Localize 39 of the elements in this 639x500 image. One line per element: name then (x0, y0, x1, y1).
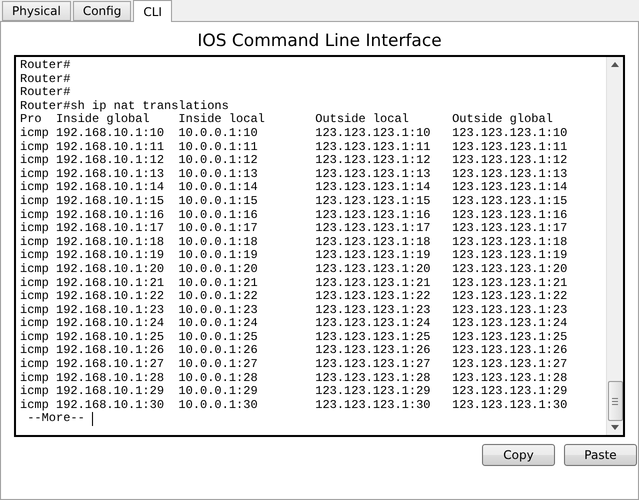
grip-icon (612, 398, 618, 404)
terminal-line: icmp 192.168.10.1:25 10.0.0.1:25 123.123.123.1:25 123.123.123.1:25 (20, 330, 568, 344)
scroll-thumb[interactable] (608, 381, 622, 421)
scrollbar[interactable] (606, 57, 623, 435)
terminal-line: icmp 192.168.10.1:11 10.0.0.1:11 123.123.123.1:11 123.123.123.1:11 (20, 140, 568, 154)
tab[interactable]: Config (72, 1, 132, 21)
text-cursor (92, 412, 94, 426)
terminal-line: icmp 192.168.10.1:13 10.0.0.1:13 123.123.123.1:13 123.123.123.1:13 (20, 168, 568, 181)
terminal-line: icmp 192.168.10.1:22 10.0.0.1:22 123.123.123.1:22 123.123.123.1:22 (20, 290, 568, 304)
terminal-line: icmp 192.168.10.1:27 10.0.0.1:27 123.123.123.1:27 123.123.123.1:27 (20, 358, 568, 372)
terminal-line: icmp 192.168.10.1:15 10.0.0.1:15 123.123.123.1:15 123.123.123.1:15 (20, 194, 568, 209)
terminal-line: icmp 192.168.10.1:14 10.0.0.1:14 123.123.123.1:14 123.123.123.1:14 (20, 181, 568, 195)
action-button[interactable]: Paste (564, 444, 637, 466)
terminal-line: icmp 192.168.10.1:20 10.0.0.1:20 123.123.123.1:20 123.123.123.1:20 (20, 262, 568, 276)
terminal-line: icmp 192.168.10.1:29 10.0.0.1:29 123.123.123.1:29 123.123.123.1:29 (20, 385, 568, 399)
tab[interactable]: CLI (133, 0, 172, 22)
terminal-line: icmp 192.168.10.1:24 10.0.0.1:24 123.123.123.1:24 123.123.123.1:24 (20, 317, 568, 331)
terminal-line: icmp 192.168.10.1:23 10.0.0.1:23 123.123.123.1:23 123.123.123.1:23 (20, 304, 568, 317)
terminal-line: Router#sh ip nat translations (20, 100, 230, 113)
terminal-line: icmp 192.168.10.1:18 10.0.0.1:18 123.123.123.1:18 123.123.123.1:18 (20, 236, 568, 249)
terminal-line: Router# (20, 86, 72, 100)
panel-title: IOS Command Line Interface (196, 30, 443, 53)
terminal-line: icmp 192.168.10.1:19 10.0.0.1:19 123.123.123.1:19 123.123.123.1:19 (20, 249, 568, 263)
terminal-line: icmp 192.168.10.1:12 10.0.0.1:12 123.123.123.1:12 123.123.123.1:12 (20, 154, 568, 168)
terminal-line: Router# (20, 59, 72, 73)
more-prompt: --More-- (26, 412, 86, 426)
scroll-up-icon[interactable] (611, 62, 619, 67)
scroll-down-icon[interactable] (611, 425, 619, 430)
terminal-line: Router# (20, 72, 72, 86)
terminal-line: icmp 192.168.10.1:26 10.0.0.1:26 123.123.123.1:26 123.123.123.1:26 (20, 344, 568, 358)
terminal-line: icmp 192.168.10.1:16 10.0.0.1:16 123.123.123.1:16 123.123.123.1:16 (20, 208, 568, 222)
terminal-line: icmp 192.168.10.1:28 10.0.0.1:28 123.123.123.1:28 123.123.123.1:28 (20, 372, 568, 385)
terminal-line: Pro Inside global Inside local Outside local Outside global (20, 113, 554, 127)
tab[interactable]: Physical (2, 1, 71, 21)
terminal-line: icmp 192.168.10.1:17 10.0.0.1:17 123.123.123.1:17 123.123.123.1:17 (20, 222, 568, 236)
terminal-line: icmp 192.168.10.1:10 10.0.0.1:10 123.123.123.1:10 123.123.123.1:10 (20, 126, 568, 141)
terminal-line: icmp 192.168.10.1:30 10.0.0.1:30 123.123.123.1:30 123.123.123.1:30 (20, 398, 568, 412)
action-button[interactable]: Copy (482, 444, 555, 466)
terminal-line: icmp 192.168.10.1:21 10.0.0.1:21 123.123.123.1:21 123.123.123.1:21 (20, 276, 568, 290)
